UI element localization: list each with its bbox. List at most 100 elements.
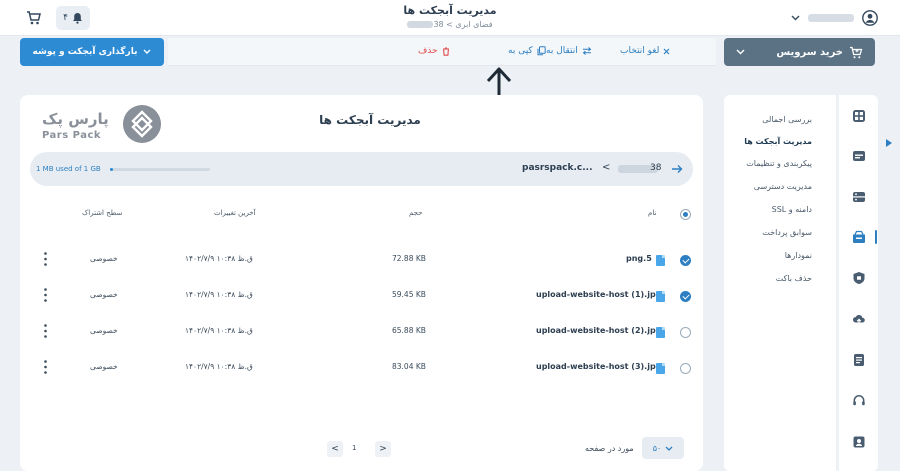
row-file-name[interactable]: png.5 [626, 254, 652, 263]
user-menu[interactable] [791, 8, 878, 28]
chevron-down-icon [791, 15, 800, 21]
menu-item-domain-ssl[interactable]: دامنه و SSL [772, 205, 812, 214]
chevron-down-icon [143, 49, 151, 54]
file-icon [656, 363, 665, 374]
row-modified: ۱۴۰۲/۷/۹ ۱۰:۳۸ ق.ظ [185, 326, 253, 335]
shield-icon[interactable] [852, 271, 866, 285]
menu-item-overview[interactable]: بررسی اجمالی [762, 115, 812, 124]
copy-icon [537, 46, 546, 56]
notification-button[interactable]: ۴ [56, 6, 90, 30]
row-share: خصوصی [90, 254, 118, 263]
copy-to-button[interactable]: کپی به [508, 46, 546, 56]
per-page-value: ۵۰ [652, 443, 662, 453]
row-modified: ۱۴۰۲/۷/۹ ۱۰:۳۸ ق.ظ [185, 362, 253, 371]
more-options-icon[interactable] [44, 251, 47, 267]
storage-usage-bar [110, 168, 210, 171]
row-share: خصوصی [90, 326, 118, 335]
cloud-upload-icon[interactable] [852, 312, 866, 326]
row-share: خصوصی [90, 290, 118, 299]
row-size: 59.45 KB [392, 290, 426, 299]
move-to-button[interactable]: انتقال به [546, 46, 592, 56]
breadcrumb-masked [407, 21, 434, 28]
chevron-down-icon [665, 446, 673, 451]
menu-item-charts[interactable]: نمودارها [785, 251, 812, 260]
top-bar: ۴ مدیریت آبجکت ها 38 < فضای ابری [0, 0, 900, 36]
table-row[interactable]: خصوصی ۱۴۰۲/۷/۹ ۱۰:۳۸ ق.ظ 83.04 KB upload… [30, 351, 693, 387]
row-checkbox[interactable] [680, 291, 691, 302]
more-options-icon[interactable] [44, 323, 47, 339]
prev-page-label: < [331, 444, 339, 454]
table-row[interactable]: خصوصی ۱۴۰۲/۷/۹ ۱۰:۳۸ ق.ظ 59.45 KB upload… [30, 279, 693, 315]
next-page-button[interactable]: > [375, 441, 391, 457]
delete-label: حذف [418, 46, 438, 56]
table-row[interactable]: خصوصی ۱۴۰۲/۷/۹ ۱۰:۳۸ ق.ظ 65.88 KB upload… [30, 315, 693, 351]
file-icon [656, 327, 665, 338]
breadcrumb-separator: < [446, 20, 453, 29]
upload-objects-button[interactable]: بارگذاری آبجکت و پوشه [20, 38, 164, 66]
per-page-select[interactable]: ۵۰ [642, 437, 684, 459]
current-page[interactable]: 1 [352, 444, 356, 452]
file-icon [656, 291, 665, 302]
column-modified: آخرین تغییرات [214, 209, 256, 217]
row-checkbox[interactable] [680, 363, 691, 374]
row-share: خصوصی [90, 362, 118, 371]
logo-text-fa: پارس پک [42, 110, 109, 128]
user-name-masked [808, 14, 854, 22]
page-title: مدیریت آبجکت ها [403, 4, 497, 17]
menu-item-payment-history[interactable]: سوابق پرداخت [762, 228, 812, 237]
move-label: انتقال به [546, 46, 578, 56]
menu-item-configuration[interactable]: پیکربندی و تنظیمات [746, 159, 812, 168]
column-name: نام [648, 209, 657, 217]
prev-page-button[interactable]: < [327, 441, 343, 457]
cart-plus-icon [850, 46, 863, 58]
path-bucket-name[interactable]: pasrspack.c... [522, 163, 593, 173]
document-icon[interactable] [852, 353, 866, 367]
row-file-name[interactable]: upload-website-host (2).jpg [536, 326, 661, 335]
logo-mark-icon [123, 105, 161, 143]
row-size: 65.88 KB [392, 326, 426, 335]
path-separator: < [602, 162, 611, 173]
delete-button[interactable]: حذف [418, 46, 450, 56]
back-arrow-icon[interactable] [671, 163, 683, 175]
select-all-checkbox[interactable] [680, 209, 691, 220]
row-checkbox[interactable] [680, 255, 691, 266]
more-options-icon[interactable] [44, 287, 47, 303]
pagination: < 1 > مورد در صفحه ۵۰ [30, 437, 693, 459]
column-size: حجم [409, 209, 423, 217]
cancel-selection-button[interactable]: لغو انتخاب [620, 46, 670, 56]
bucket-icon[interactable] [852, 230, 866, 244]
row-file-name[interactable]: upload-website-host (1).jpg [536, 290, 661, 299]
buy-service-label: خرید سرویس [776, 46, 843, 58]
row-size: 72.88 KB [392, 254, 426, 263]
buy-service-button[interactable]: خرید سرویس [724, 38, 875, 66]
close-icon [663, 48, 670, 54]
next-page-label: > [379, 444, 387, 454]
path-bar: 1 MB used of 1 GB pasrspack.c... < 38 [30, 152, 693, 186]
storage-usage-label: 1 MB used of 1 GB [36, 165, 101, 173]
cart-icon[interactable] [26, 10, 42, 26]
user-card-icon[interactable] [852, 435, 866, 449]
service-icon-rail [838, 95, 878, 471]
copy-label: کپی به [508, 46, 533, 56]
logo-text-en: Pars Pack [42, 130, 102, 141]
selection-toolbar: حذف کپی به انتقال به لغو انتخاب [168, 38, 716, 66]
path-suffix: 38 [650, 163, 662, 173]
headset-icon[interactable] [852, 394, 866, 408]
parspack-logo: پارس پک Pars Pack [30, 103, 161, 145]
storage-usage-fill [110, 168, 113, 171]
column-share: سطح اشتراک [82, 209, 123, 217]
menu-item-delete-bucket[interactable]: حذف باکت [776, 274, 812, 283]
more-options-icon[interactable] [44, 359, 47, 375]
breadcrumb-parent-link[interactable]: فضای ابری [455, 20, 492, 29]
row-file-name[interactable]: upload-website-host (3).jpg [536, 362, 661, 371]
table-row[interactable]: خصوصی ۱۴۰۲/۷/۹ ۱۰:۳۸ ق.ظ 72.88 KB png.5 [30, 243, 693, 279]
row-modified: ۱۴۰۲/۷/۹ ۱۰:۳۸ ق.ظ [185, 290, 253, 299]
dashboard-icon[interactable] [852, 109, 866, 123]
notification-count: ۴ [63, 13, 68, 23]
row-checkbox[interactable] [680, 327, 691, 338]
storage-icon[interactable] [852, 190, 866, 204]
server-icon[interactable] [852, 149, 866, 163]
file-icon [656, 255, 665, 266]
menu-item-object-management[interactable]: مدیریت آبجکت ها [744, 137, 812, 146]
menu-item-access-management[interactable]: مدیریت دسترسی [754, 182, 812, 191]
